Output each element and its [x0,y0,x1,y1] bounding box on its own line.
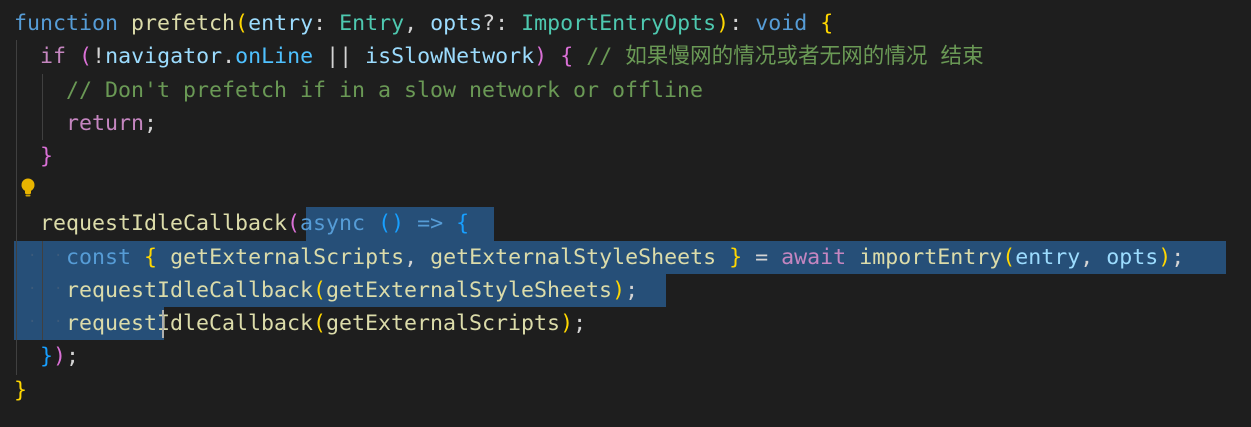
code-token: onLine [235,44,314,69]
code-token: ) [560,311,574,336]
code-line[interactable]: requestIdleCallback(async () => { [14,207,469,240]
code-token: ( [287,211,301,236]
code-token: { [144,245,158,270]
lightbulb-icon[interactable] [18,177,38,199]
code-token: . [222,44,236,69]
code-token: return [66,111,145,136]
code-token: ; [144,111,158,136]
code-token: void [755,11,808,36]
code-token: , [404,245,431,270]
code-token: if [40,44,67,69]
code-token: ) [612,278,626,303]
code-line[interactable]: return; [14,107,157,140]
code-line[interactable]: // Don't prefetch if in a slow network o… [14,74,703,107]
code-line[interactable]: requestIdleCallback(getExternalStyleShee… [14,274,638,307]
code-token: ( [313,311,327,336]
code-token: } [729,245,743,270]
code-line[interactable]: requestIdleCallback(getExternalScripts); [14,307,586,340]
code-token: ( [1002,245,1016,270]
code-token: ; [625,278,639,303]
code-token: isSlowNetwork [365,44,535,69]
code-token: : [313,11,340,36]
code-token: ?: [482,11,522,36]
code-token: , [404,11,431,36]
code-token: => [417,211,444,236]
code-token: entry [248,11,314,36]
code-token: ; [573,311,587,336]
code-token: ; [1171,245,1185,270]
code-line[interactable]: function prefetch(entry: Entry, opts?: I… [14,7,833,40]
code-token: async [300,211,366,236]
code-token: () [378,211,405,236]
code-token: // 如果慢网的情况或者无网的情况 结束 [573,44,984,69]
code-token: } [14,378,28,403]
code-token: requestIdleCallback [40,211,288,236]
code-line[interactable]: const { getExternalScripts, getExternalS… [14,241,1184,274]
code-line[interactable]: if (!navigator.onLine || isSlowNetwork) … [14,40,984,73]
code-token: ) [716,11,730,36]
code-token: requestIdleCallback [66,278,314,303]
code-token: ImportEntryOpts [521,11,717,36]
code-token: ! [92,44,106,69]
code-token: { [560,44,574,69]
code-token: } [40,344,54,369]
code-token: opts [430,11,483,36]
code-token: } [40,144,54,169]
code-token: ) [1158,245,1172,270]
code-token: entry [1015,245,1081,270]
code-editor[interactable]: · · · · · · function prefetch(entry: Ent… [0,0,1251,427]
code-token: ( [313,278,327,303]
code-token: , [1080,245,1107,270]
code-token: { [456,211,470,236]
code-token: importEntry [859,245,1003,270]
code-token: getExternalStyleSheets [430,245,717,270]
code-line[interactable]: } [14,140,53,173]
code-token: = [742,245,782,270]
code-token: ) [53,344,67,369]
code-token: // Don't prefetch if in a slow network o… [66,78,704,103]
code-token: requestIdleCallback [66,311,314,336]
code-token: ; [66,344,80,369]
code-token: ( [235,11,249,36]
code-token: function [14,11,119,36]
code-token: ) [534,44,548,69]
code-token: ( [79,44,93,69]
code-line[interactable]: }); [14,340,79,373]
code-token: opts [1106,245,1159,270]
code-token: navigator [105,44,223,69]
text-cursor [162,310,164,338]
code-token: { [820,11,834,36]
code-token: prefetch [131,11,236,36]
code-token: await [781,245,847,270]
code-token: getExternalScripts [170,245,405,270]
code-token: Entry [339,11,405,36]
code-token: getExternalStyleSheets [326,278,613,303]
code-token: || [313,44,366,69]
code-token: const [66,245,132,270]
code-token: : [729,11,756,36]
code-token: getExternalScripts [326,311,561,336]
code-line[interactable]: } [14,374,27,407]
